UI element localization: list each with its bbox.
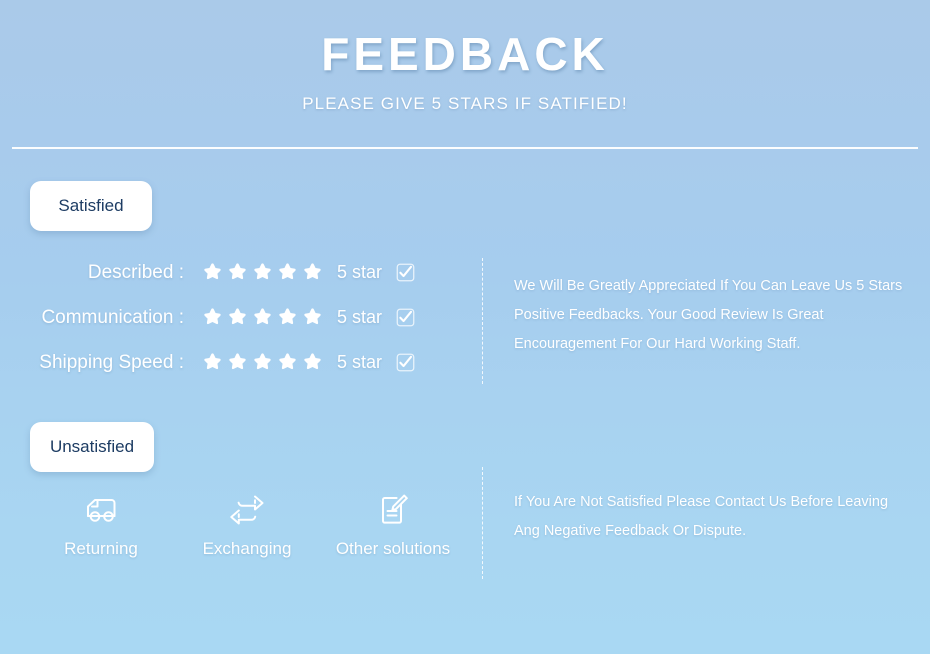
satisfied-badge[interactable]: Satisfied bbox=[30, 181, 152, 231]
star-icon bbox=[304, 308, 321, 325]
header-divider bbox=[12, 147, 918, 149]
rating-label: Communication : bbox=[41, 306, 184, 328]
rating-value: 5 star bbox=[337, 262, 383, 282]
checkbox-checked-icon[interactable] bbox=[396, 308, 415, 327]
solution-item-exchanging[interactable]: Exchanging bbox=[174, 488, 320, 559]
star-icon bbox=[254, 263, 271, 280]
exchange-arrows-icon bbox=[225, 488, 269, 532]
rating-label: Shipping Speed : bbox=[39, 351, 184, 373]
star-icon bbox=[254, 308, 271, 325]
solution-label: Returning bbox=[64, 539, 138, 558]
solution-item-returning[interactable]: Returning bbox=[28, 488, 174, 559]
unsatisfied-note: If You Are Not Satisfied Please Contact … bbox=[514, 494, 889, 539]
star-icon bbox=[229, 263, 246, 280]
satisfied-section-divider bbox=[482, 258, 483, 384]
star-icon bbox=[304, 353, 321, 370]
page-subtitle: PLEASE GIVE 5 STARS IF SATIFIED! bbox=[302, 93, 628, 113]
star-icon bbox=[254, 353, 271, 370]
star-icon bbox=[229, 308, 246, 325]
unsatisfied-solutions-list: Returning Exchanging Other solutions bbox=[28, 488, 478, 559]
rating-value: 5 star bbox=[337, 307, 383, 327]
rating-row: Communication : 5 star bbox=[0, 295, 470, 340]
unsatisfied-badge[interactable]: Unsatisfied bbox=[30, 422, 154, 472]
unsatisfied-badge-label: Unsatisfied bbox=[49, 437, 135, 456]
star-icon bbox=[204, 308, 221, 325]
unsatisfied-section-divider bbox=[482, 467, 483, 579]
star-icon bbox=[204, 353, 221, 370]
solution-label: Other solutions bbox=[335, 539, 451, 558]
rating-row: Shipping Speed : 5 star bbox=[0, 340, 470, 385]
rating-value: 5 star bbox=[337, 352, 383, 372]
star-rating[interactable] bbox=[202, 307, 323, 328]
satisfied-note: We Will Be Greatly Appreciated If You Ca… bbox=[514, 278, 903, 352]
document-pencil-icon bbox=[371, 488, 415, 532]
checkbox-checked-icon[interactable] bbox=[396, 353, 415, 372]
star-icon bbox=[229, 353, 246, 370]
star-icon bbox=[279, 263, 296, 280]
solution-item-other-solutions[interactable]: Other solutions bbox=[320, 488, 466, 559]
star-rating[interactable] bbox=[202, 262, 323, 283]
truck-icon bbox=[79, 488, 123, 532]
rating-row: Described : 5 star bbox=[0, 250, 470, 295]
rating-label: Described : bbox=[87, 261, 184, 283]
checkbox-checked-icon[interactable] bbox=[396, 263, 415, 282]
page-title: FEEDBACK bbox=[321, 28, 609, 80]
solution-label: Exchanging bbox=[202, 539, 292, 558]
satisfied-badge-label: Satisfied bbox=[58, 196, 124, 215]
star-icon bbox=[204, 263, 221, 280]
page-header: FEEDBACK PLEASE GIVE 5 STARS IF SATIFIED… bbox=[0, 0, 930, 114]
star-icon bbox=[304, 263, 321, 280]
star-icon bbox=[279, 353, 296, 370]
satisfied-ratings-list: Described : 5 star Communication : 5 sta… bbox=[0, 250, 470, 385]
star-icon bbox=[279, 308, 296, 325]
star-rating[interactable] bbox=[202, 352, 323, 373]
